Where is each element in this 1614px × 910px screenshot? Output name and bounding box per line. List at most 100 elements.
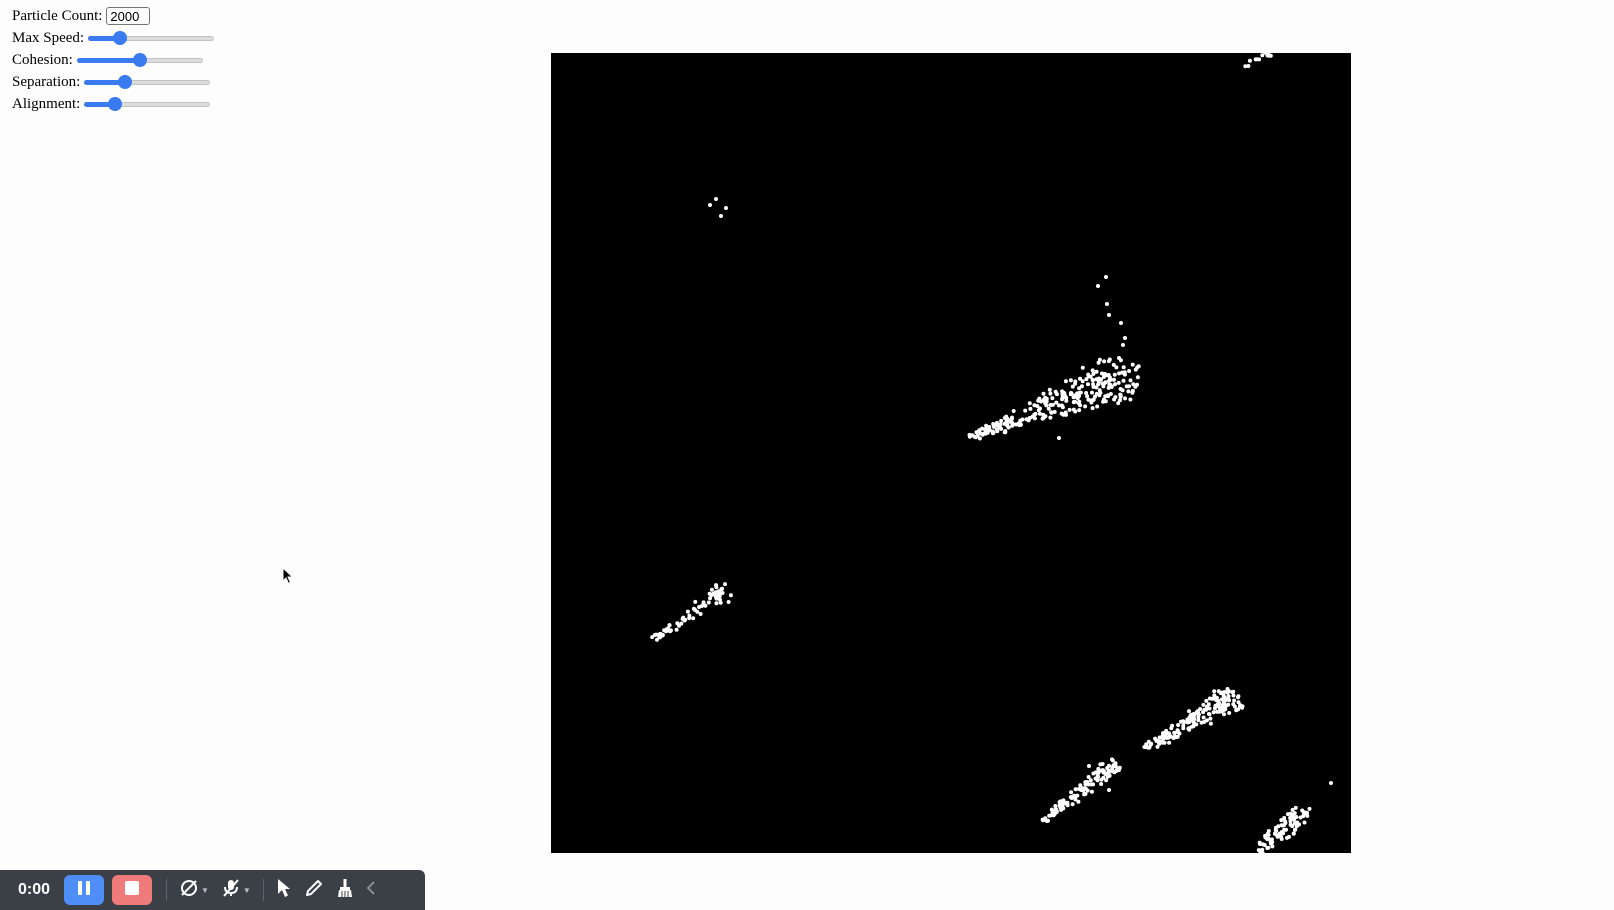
particle xyxy=(1018,418,1023,423)
particle xyxy=(1100,381,1105,386)
particle xyxy=(1071,400,1076,405)
particle xyxy=(1023,408,1028,413)
particle xyxy=(1287,834,1291,839)
particle xyxy=(1118,387,1123,391)
particle xyxy=(1226,696,1230,701)
particle xyxy=(1069,790,1074,795)
particle xyxy=(1090,368,1095,373)
particle xyxy=(1266,829,1271,833)
particle xyxy=(1077,386,1082,391)
particle xyxy=(1113,382,1117,387)
particle xyxy=(1096,360,1101,365)
particle xyxy=(714,197,718,201)
slider-thumb[interactable] xyxy=(112,31,127,45)
particle xyxy=(1225,690,1230,695)
particle xyxy=(1057,436,1061,440)
particle xyxy=(1073,381,1078,386)
particle xyxy=(1049,410,1054,415)
particle xyxy=(1307,806,1312,811)
particle xyxy=(1037,396,1042,401)
particle xyxy=(1086,374,1091,379)
particle xyxy=(1117,371,1122,376)
particle xyxy=(714,585,719,590)
particle xyxy=(1088,778,1093,783)
particle xyxy=(1258,842,1262,846)
toolbar-divider xyxy=(262,879,264,901)
particle xyxy=(1293,827,1298,832)
stop-button[interactable] xyxy=(112,875,152,905)
slider-fill xyxy=(76,58,140,63)
particle xyxy=(1076,799,1081,804)
separation-slider[interactable] xyxy=(84,74,211,90)
particle xyxy=(1018,422,1023,427)
particle xyxy=(1162,740,1167,745)
particle xyxy=(1107,763,1111,768)
particle xyxy=(1002,430,1007,435)
particle xyxy=(691,616,696,621)
particle xyxy=(1208,716,1213,721)
particle xyxy=(693,607,697,612)
pause-button[interactable] xyxy=(64,875,104,905)
particle xyxy=(1213,703,1218,708)
particle xyxy=(1195,709,1200,714)
particle xyxy=(1282,823,1286,828)
alignment-label: Alignment: xyxy=(12,95,81,112)
slider-thumb[interactable] xyxy=(107,97,122,111)
particle xyxy=(698,612,703,616)
cohesion-slider[interactable] xyxy=(76,52,203,68)
alignment-slider[interactable] xyxy=(84,96,211,112)
particle xyxy=(1089,789,1094,794)
particle xyxy=(724,206,728,210)
particle xyxy=(1207,712,1212,717)
separation-row: Separation: xyxy=(12,71,214,93)
particle xyxy=(1227,711,1232,715)
slider-thumb[interactable] xyxy=(132,53,147,67)
particle xyxy=(1302,820,1307,825)
particle xyxy=(1104,275,1108,279)
pen-icon xyxy=(304,878,324,903)
particle xyxy=(1206,702,1211,707)
particle xyxy=(1201,702,1206,707)
microphone-toggle-button[interactable]: ▼ xyxy=(221,875,251,905)
simulation-canvas[interactable] xyxy=(551,53,1351,853)
particle xyxy=(1116,380,1121,385)
particle xyxy=(1065,800,1070,805)
particle xyxy=(1047,387,1052,392)
particle xyxy=(1100,371,1104,376)
camera-toggle-button[interactable]: ▼ xyxy=(179,875,209,905)
pen-tool-button[interactable] xyxy=(304,875,324,905)
particle xyxy=(720,586,725,591)
particle xyxy=(1282,816,1287,820)
particle xyxy=(1294,824,1299,829)
particle xyxy=(652,633,657,637)
particle xyxy=(1221,703,1226,708)
particle xyxy=(1086,382,1090,387)
particle xyxy=(1067,407,1072,412)
particle xyxy=(1112,372,1117,377)
particle xyxy=(1276,833,1281,838)
controls-panel: Particle Count: Max Speed: Cohesion: Sep… xyxy=(12,5,215,115)
collapse-toolbar-button[interactable] xyxy=(366,875,376,905)
slider-thumb[interactable] xyxy=(117,75,132,89)
particle xyxy=(1292,811,1297,816)
particle xyxy=(1288,811,1293,816)
particle xyxy=(1119,321,1123,325)
max-speed-slider[interactable] xyxy=(88,30,215,46)
particle xyxy=(1063,379,1068,384)
particle xyxy=(1188,713,1193,718)
particle xyxy=(999,426,1004,431)
particle xyxy=(1010,423,1015,428)
particle xyxy=(1084,787,1088,791)
particle xyxy=(995,429,1000,434)
particle xyxy=(1103,394,1108,399)
chevron-down-icon[interactable]: ▼ xyxy=(243,886,251,895)
particle xyxy=(1027,416,1032,420)
particle xyxy=(1135,375,1140,380)
particle-count-input[interactable] xyxy=(106,7,151,25)
particle xyxy=(709,587,714,592)
particle xyxy=(728,593,733,598)
pointer-tool-button[interactable] xyxy=(276,875,292,905)
chevron-down-icon[interactable]: ▼ xyxy=(201,886,209,895)
clear-tool-button[interactable] xyxy=(336,875,354,905)
mouse-cursor-icon xyxy=(282,566,294,590)
